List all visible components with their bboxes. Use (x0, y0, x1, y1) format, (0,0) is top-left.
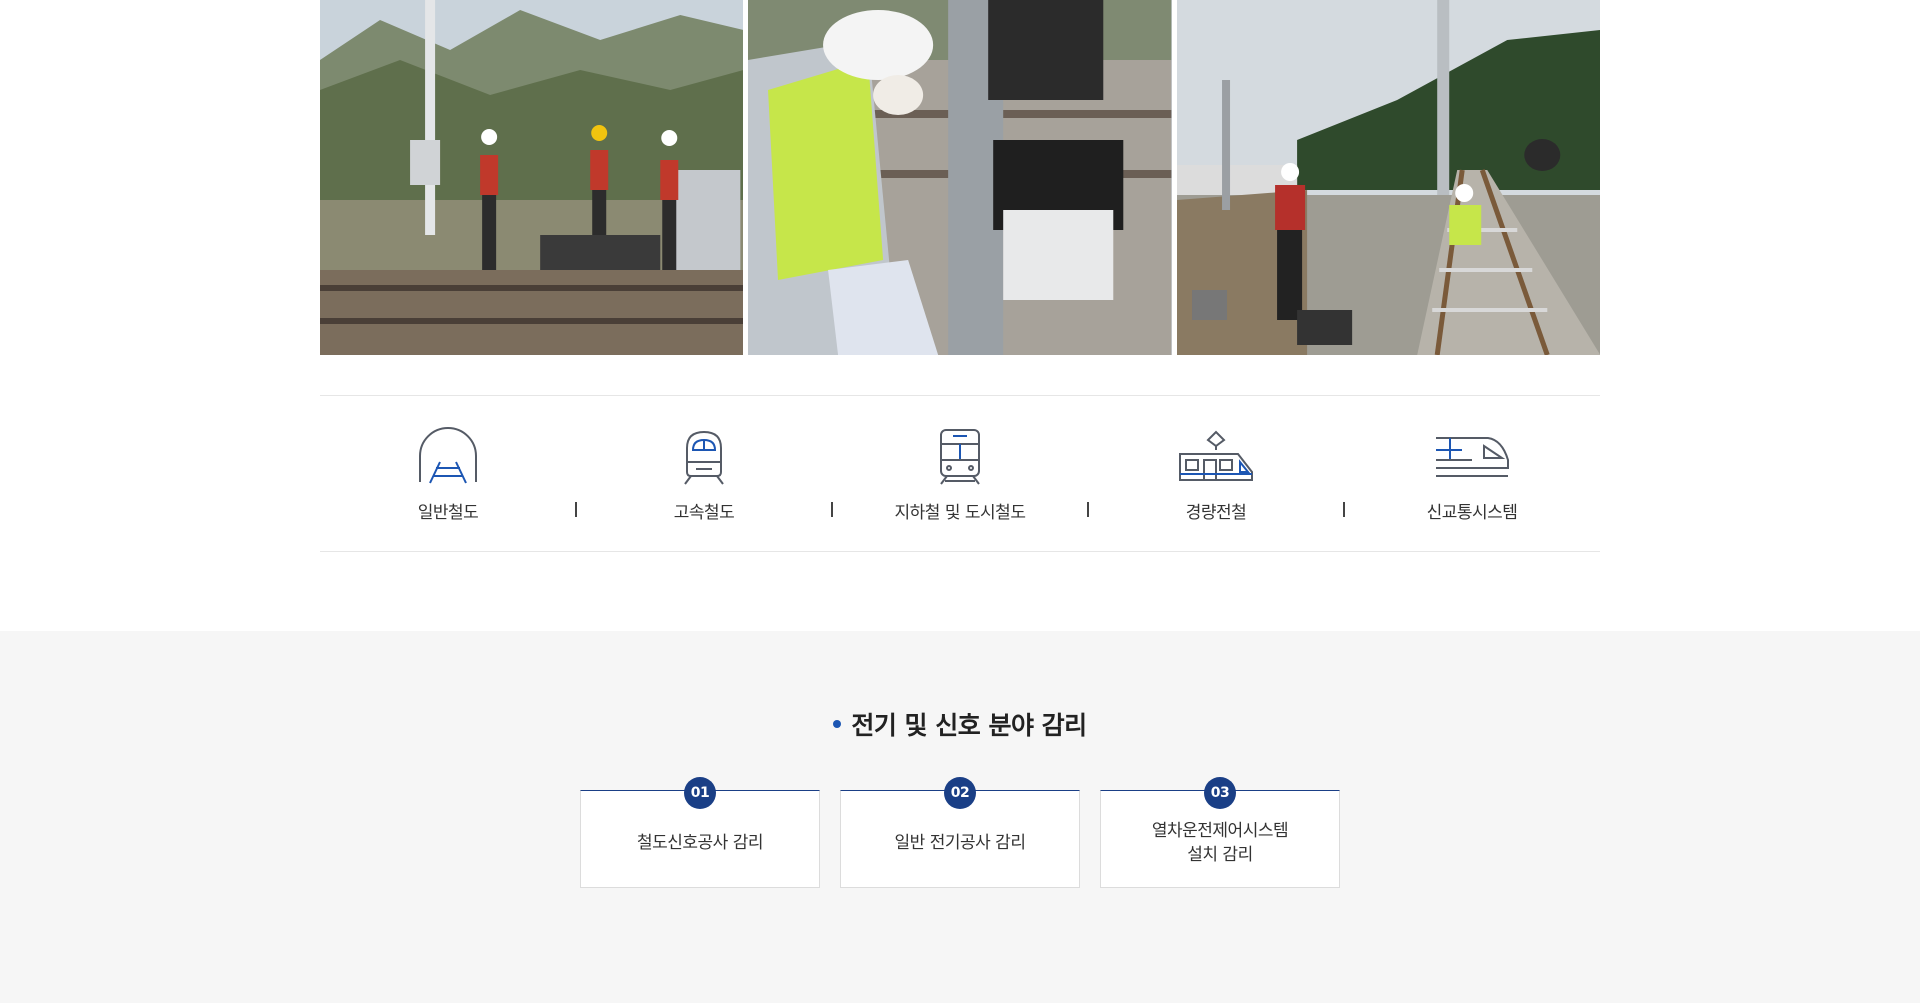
bullet-dot-icon (833, 720, 842, 728)
photo-strip (320, 0, 1600, 355)
card-number-badge: 02 (944, 777, 976, 809)
light-rail-icon (1176, 426, 1256, 486)
site-photo-signal-equipment-closeup (748, 0, 1172, 355)
card-label: 철도신호공사 감리 (636, 833, 764, 853)
category-new-transit-system[interactable]: 신교통시스템 (1344, 396, 1600, 523)
card-number-badge: 01 (684, 777, 716, 809)
subway-train-icon (920, 426, 1000, 486)
category-high-speed-railway[interactable]: 고속철도 (576, 396, 832, 523)
card-label: 열차운전제어시스템 설치 감리 (1151, 821, 1289, 865)
category-label: 지하철 및 도시철도 (894, 503, 1026, 523)
railway-category-nav: 일반철도 고속철도 지하철 및 도시철도 경량전철 신교통시스템 (320, 395, 1600, 552)
category-subway-urban-railway[interactable]: 지하철 및 도시철도 (832, 396, 1088, 523)
section-title: 전기 및 신호 분야 감리 (0, 706, 1920, 742)
category-general-railway[interactable]: 일반철도 (320, 396, 576, 523)
category-divider (1343, 502, 1345, 517)
tunnel-icon (408, 426, 488, 486)
category-divider (831, 502, 833, 517)
supervision-cards: 01 철도신호공사 감리 02 일반 전기공사 감리 03 열차운전제어시스템 … (580, 777, 1340, 888)
high-speed-train-icon (664, 426, 744, 486)
category-divider (1087, 502, 1089, 517)
category-light-rail[interactable]: 경량전철 (1088, 396, 1344, 523)
site-photo-track-tunnel-inspection (1176, 0, 1600, 355)
category-label: 경량전철 (1185, 503, 1247, 523)
card-label: 일반 전기공사 감리 (894, 833, 1026, 853)
supervision-section: 전기 및 신호 분야 감리 01 철도신호공사 감리 02 일반 전기공사 감리… (0, 631, 1920, 1003)
category-label: 일반철도 (417, 503, 479, 523)
card-railway-signal-supervision[interactable]: 01 철도신호공사 감리 (580, 777, 820, 888)
card-number-badge: 03 (1204, 777, 1236, 809)
maglev-train-icon (1432, 426, 1512, 486)
category-divider (575, 502, 577, 517)
card-general-electric-supervision[interactable]: 02 일반 전기공사 감리 (840, 777, 1080, 888)
category-label: 고속철도 (673, 503, 735, 523)
site-photo-signal-inspection-field (320, 0, 744, 355)
card-train-control-supervision[interactable]: 03 열차운전제어시스템 설치 감리 (1100, 777, 1340, 888)
category-label: 신교통시스템 (1426, 503, 1518, 523)
